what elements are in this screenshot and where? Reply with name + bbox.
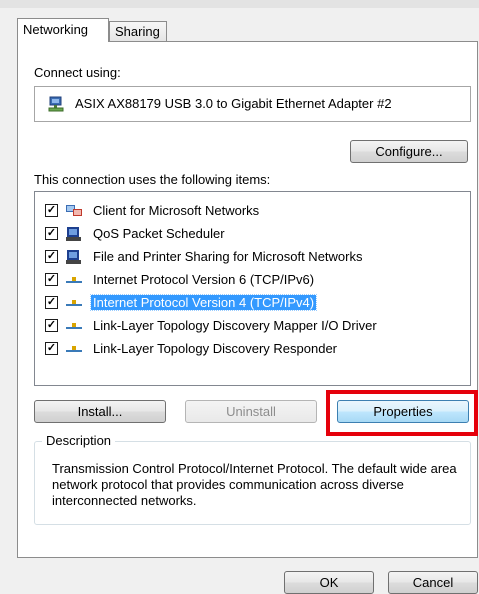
item-label: Link-Layer Topology Discovery Responder xyxy=(93,341,337,356)
service-icon xyxy=(66,250,81,264)
checkbox[interactable]: ✓ xyxy=(45,273,58,286)
checkbox[interactable]: ✓ xyxy=(45,342,58,355)
adapter-name: ASIX AX88179 USB 3.0 to Gigabit Ethernet… xyxy=(75,96,392,111)
item-label: Link-Layer Topology Discovery Mapper I/O… xyxy=(93,318,377,333)
item-label-selected: Internet Protocol Version 4 (TCP/IPv4) xyxy=(89,294,318,311)
uninstall-button[interactable]: Uninstall xyxy=(185,400,317,423)
description-text: Transmission Control Protocol/Internet P… xyxy=(52,461,457,508)
tab-sharing[interactable]: Sharing xyxy=(109,21,167,41)
list-item[interactable]: ✓ Link-Layer Topology Discovery Mapper I… xyxy=(45,316,465,336)
connect-using-label: Connect using: xyxy=(34,65,121,80)
item-label: File and Printer Sharing for Microsoft N… xyxy=(93,249,363,264)
list-item[interactable]: ✓ Internet Protocol Version 4 (TCP/IPv4) xyxy=(45,293,465,313)
configure-button[interactable]: Configure... xyxy=(350,140,468,163)
item-label: QoS Packet Scheduler xyxy=(93,226,225,241)
description-title: Description xyxy=(42,433,116,448)
list-item[interactable]: ✓ File and Printer Sharing for Microsoft… xyxy=(45,247,465,267)
checkbox[interactable]: ✓ xyxy=(45,227,58,240)
title-bar-edge xyxy=(0,0,479,8)
item-label: Internet Protocol Version 6 (TCP/IPv6) xyxy=(93,272,315,287)
network-adapter-icon xyxy=(48,96,64,112)
checkbox[interactable]: ✓ xyxy=(45,319,58,332)
list-item[interactable]: ✓ QoS Packet Scheduler xyxy=(45,224,465,244)
protocol-icon xyxy=(66,300,82,306)
list-item[interactable]: ✓ Link-Layer Topology Discovery Responde… xyxy=(45,339,465,359)
protocol-icon xyxy=(66,346,82,352)
checkbox[interactable]: ✓ xyxy=(45,296,58,309)
network-client-icon xyxy=(66,205,82,216)
connection-items-list[interactable]: ✓ Client for Microsoft Networks ✓ QoS Pa… xyxy=(34,191,471,386)
highlight-box xyxy=(326,390,478,436)
list-item[interactable]: ✓ Client for Microsoft Networks xyxy=(45,201,465,221)
adapter-box: ASIX AX88179 USB 3.0 to Gigabit Ethernet… xyxy=(34,86,471,122)
protocol-icon xyxy=(66,323,82,329)
install-button[interactable]: Install... xyxy=(34,400,166,423)
list-item[interactable]: ✓ Internet Protocol Version 6 (TCP/IPv6) xyxy=(45,270,465,290)
protocol-icon xyxy=(66,277,82,283)
checkbox[interactable]: ✓ xyxy=(45,204,58,217)
service-icon xyxy=(66,227,81,241)
items-label: This connection uses the following items… xyxy=(34,172,271,187)
tab-networking[interactable]: Networking xyxy=(17,18,109,42)
checkbox[interactable]: ✓ xyxy=(45,250,58,263)
item-label: Client for Microsoft Networks xyxy=(93,203,260,218)
